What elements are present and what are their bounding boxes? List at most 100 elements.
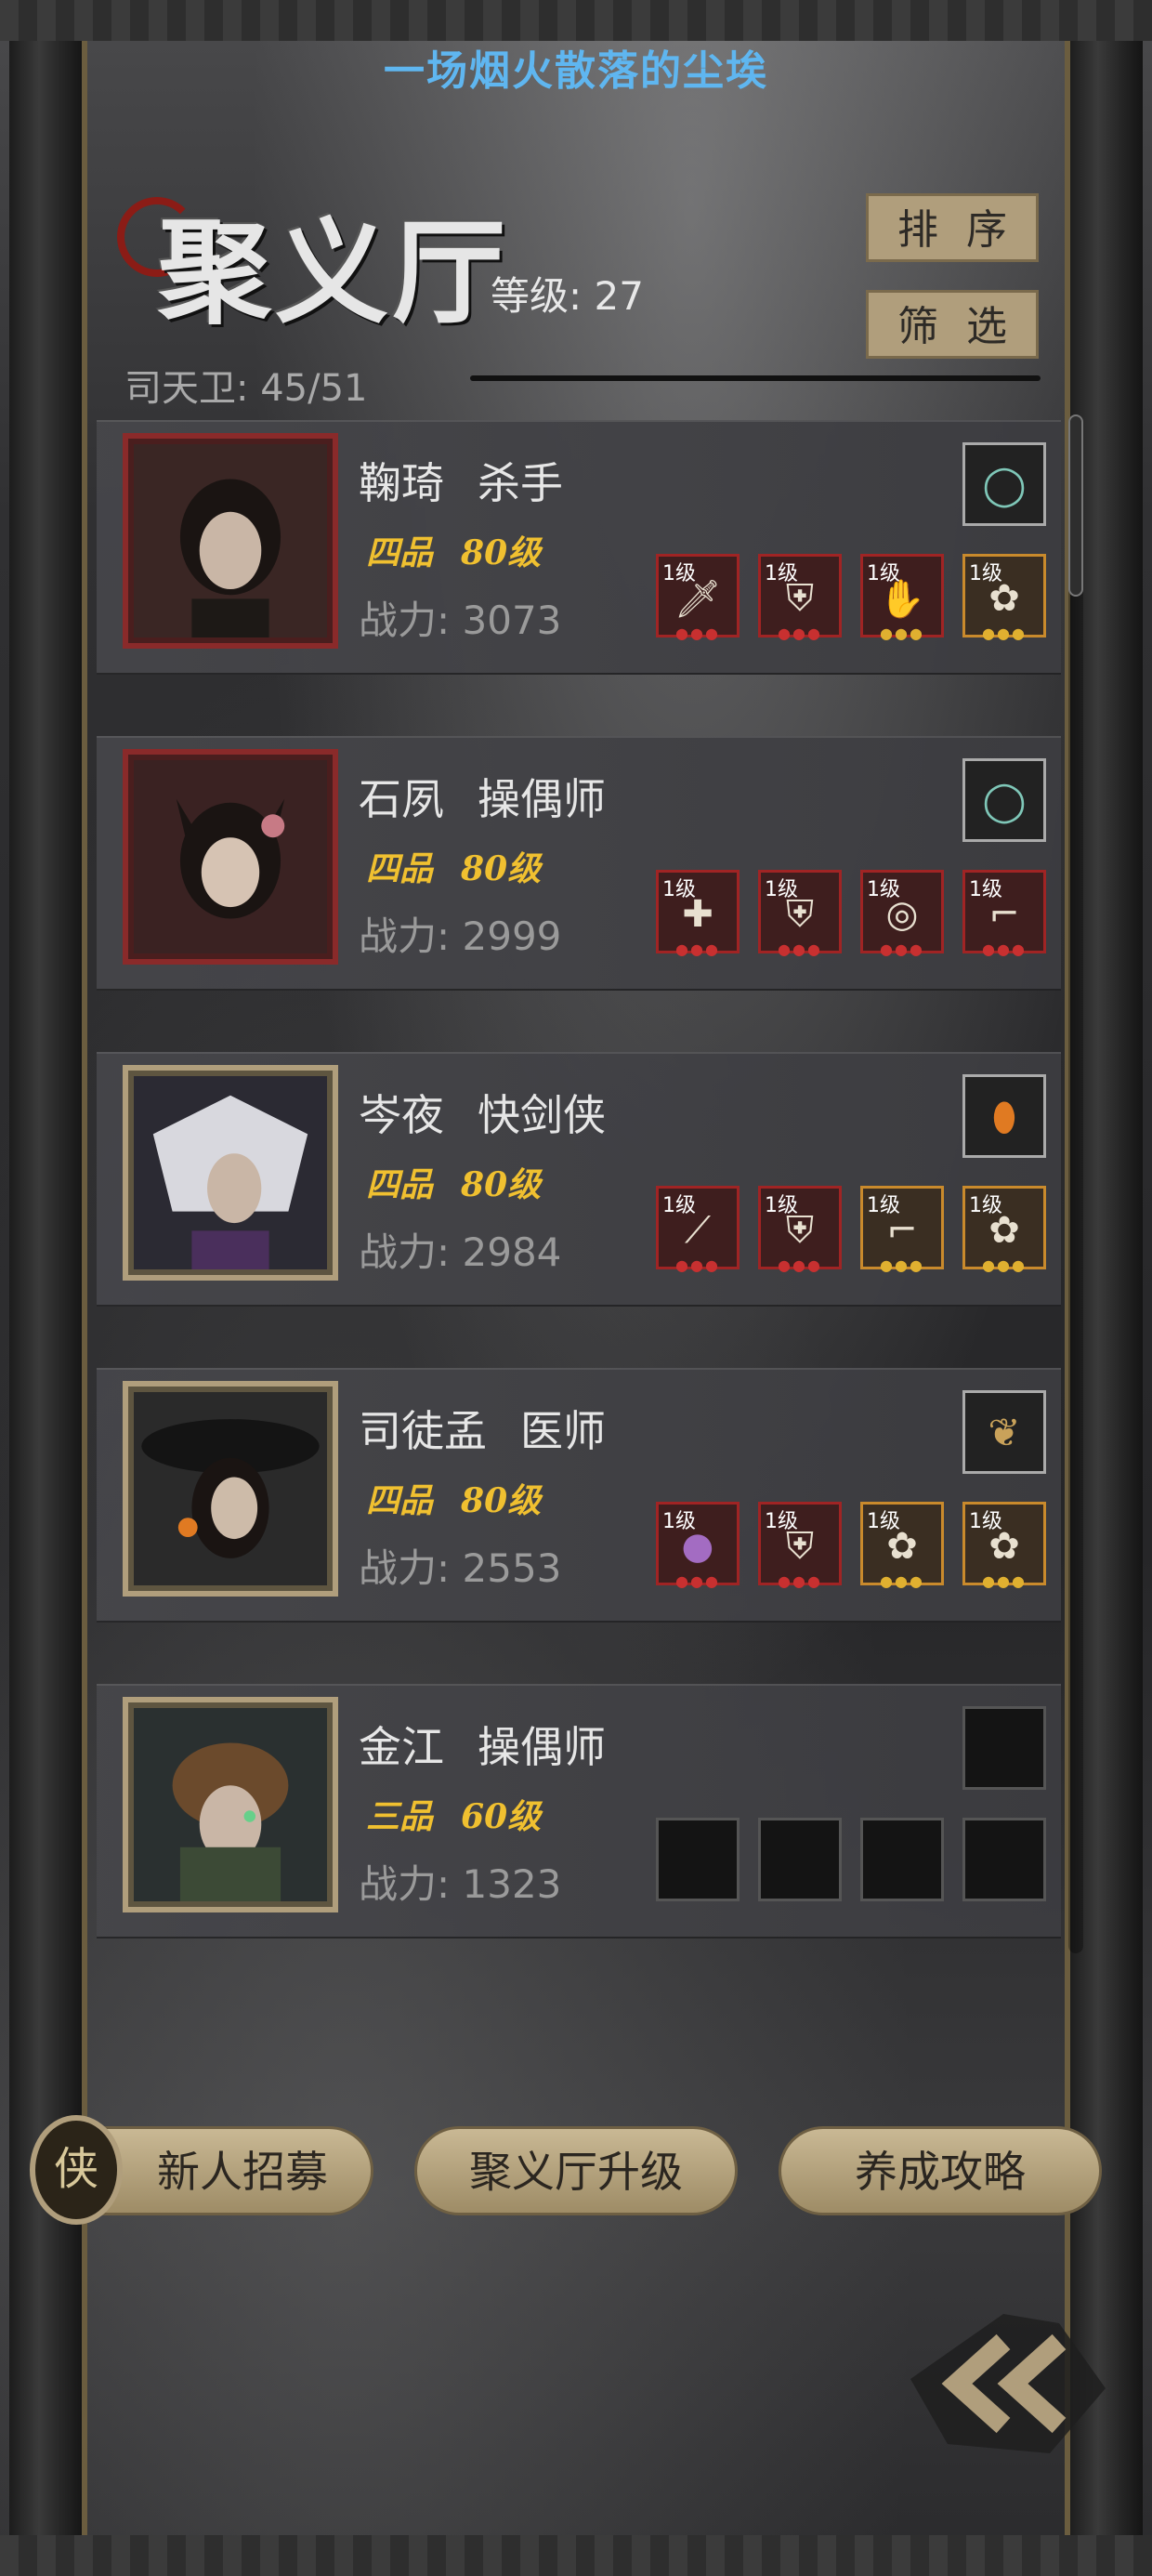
filter-button[interactable]: 筛选 <box>866 290 1039 359</box>
character-power: 战力: 2553 <box>359 1545 562 1591</box>
character-name: 鞠琦 <box>359 458 444 508</box>
character-rank: 四品 <box>366 1481 434 1520</box>
character-rank-line: 四品 80级 <box>366 526 541 574</box>
charm-slot[interactable]: 1级 ✿ ●●● <box>962 554 1046 642</box>
armor-slot[interactable]: 1级 ⛨ ●●● <box>758 1186 842 1274</box>
feather-ornament-icon[interactable]: ❦ <box>962 1390 1046 1474</box>
charm-slot[interactable]: 1级 ✿ ●●● <box>962 1186 1046 1274</box>
empty-slot[interactable] <box>962 1818 1046 1901</box>
weapon-slot[interactable]: 1级 ● ●●● <box>656 1502 740 1590</box>
armor-icon: ⛨ <box>786 1525 814 1568</box>
character-portrait[interactable] <box>123 749 338 965</box>
pouch-icon: ✿ <box>988 1525 1020 1568</box>
armor-slot[interactable]: 1级 ⛨ ●●● <box>758 554 842 642</box>
list-scrollbar[interactable] <box>1068 414 1083 1953</box>
character-card[interactable]: 鞠琦 杀手 四品 80级 战力: 3073 ◯ 1级 🗡 ●●● 1级 ⛨ ●●● 1级 ✋ ●… <box>97 420 1061 675</box>
character-card[interactable]: 司徒孟 医师 四品 80级 战力: 2553 ❦ 1级 ● ●●● 1级 ⛨ ●●● 1级 ✿… <box>97 1368 1061 1623</box>
weapon-slot[interactable]: 1级 ⟋ ●●● <box>656 1186 740 1274</box>
character-class: 快剑侠 <box>478 1090 606 1140</box>
empty-slot[interactable] <box>656 1818 740 1901</box>
character-rank-line: 四品 80级 <box>366 1474 541 1522</box>
armor-slot[interactable]: 1级 ⛨ ●●● <box>758 870 842 958</box>
weapon-slot[interactable]: 1级 🗡 ●●● <box>656 554 740 642</box>
portrait-image <box>134 1076 327 1269</box>
portrait-image <box>134 760 327 953</box>
amber-gem-icon[interactable]: ⬮ <box>962 1074 1046 1158</box>
character-level: 80级 <box>461 1165 542 1204</box>
gourd-icon: ● <box>681 1525 714 1568</box>
ring-slot[interactable]: 1级 ◎ ●●● <box>860 870 944 958</box>
character-class: 医师 <box>520 1406 606 1456</box>
character-name-line: 鞠琦 杀手 <box>359 450 563 511</box>
character-portrait[interactable] <box>123 433 338 649</box>
character-rank-line: 三品 60级 <box>366 1790 541 1838</box>
armor-icon: ⛨ <box>786 1209 814 1252</box>
character-name: 司徒孟 <box>359 1406 487 1456</box>
character-name: 石夙 <box>359 774 444 824</box>
empty-slot[interactable] <box>758 1818 842 1901</box>
portrait-image <box>134 1708 327 1901</box>
character-power: 战力: 2999 <box>359 913 562 959</box>
character-portrait[interactable] <box>123 1381 338 1597</box>
hall-upgrade-button[interactable]: 聚义厅升级 <box>414 2126 738 2215</box>
character-class: 杀手 <box>478 458 563 508</box>
character-portrait[interactable] <box>123 1065 338 1281</box>
empty-slot[interactable] <box>860 1818 944 1901</box>
character-class: 操偶师 <box>478 774 606 824</box>
character-name: 岑夜 <box>359 1090 444 1140</box>
divider <box>470 375 1041 381</box>
character-name: 金江 <box>359 1722 444 1772</box>
portrait-image <box>134 1392 327 1585</box>
crossbow-icon: ✚ <box>682 893 713 936</box>
bottom-border <box>0 2535 1152 2576</box>
guard-count: 司天卫: 45/51 <box>124 367 368 410</box>
weapon-slot[interactable]: 1级 ✚ ●●● <box>656 870 740 958</box>
character-power: 战力: 1323 <box>359 1861 562 1907</box>
equipment-row: 1级 🗡 ●●● 1级 ⛨ ●●● 1级 ✋ ●●● 1级 ✿ ●●● <box>656 554 1046 642</box>
character-name-line: 岑夜 快剑侠 <box>359 1082 606 1143</box>
character-rank: 三品 <box>366 1797 434 1836</box>
hall-title: 聚义厅 <box>158 205 509 339</box>
sort-button[interactable]: 排序 <box>866 193 1039 262</box>
character-rank: 四品 <box>366 533 434 572</box>
equipment-row: 1级 ⟋ ●●● 1级 ⛨ ●●● 1级 ⌐ ●●● 1级 ✿ ●●● <box>656 1186 1046 1274</box>
glove-icon: ✋ <box>879 578 925 621</box>
boots-icon: ⌐ <box>988 893 1020 936</box>
character-card[interactable]: 金江 操偶师 三品 60级 战力: 1323 <box>97 1684 1061 1939</box>
guide-button[interactable]: 养成攻略 <box>779 2126 1102 2215</box>
bracer-icon: ◎ <box>885 893 919 936</box>
character-power: 战力: 2984 <box>359 1229 562 1275</box>
character-rank: 四品 <box>366 849 434 888</box>
belt-slot[interactable]: 1级 ✋ ●●● <box>860 554 944 642</box>
character-level: 80级 <box>461 533 542 572</box>
equipment-row: 1级 ● ●●● 1级 ⛨ ●●● 1级 ✿ ●●● 1级 ✿ ●●● <box>656 1502 1046 1590</box>
recruit-emblem-icon[interactable]: 侠 <box>30 2115 123 2225</box>
character-card[interactable]: 岑夜 快剑侠 四品 80级 战力: 2984 ⬮ 1级 ⟋ ●●● 1级 ⛨ ●●● 1级 ⌐… <box>97 1052 1061 1307</box>
jade-bracelet-icon[interactable]: ◯ <box>962 442 1046 526</box>
boots-slot[interactable]: 1级 ⌐ ●●● <box>860 1186 944 1274</box>
character-card[interactable]: 石夙 操偶师 四品 80级 战力: 2999 ◯ 1级 ✚ ●●● 1级 ⛨ ●●● 1级 ◎… <box>97 736 1061 991</box>
charm-slot[interactable]: 1级 ✿ ●●● <box>860 1502 944 1590</box>
jade-bracelet-icon[interactable]: ◯ <box>962 758 1046 842</box>
character-rank-line: 四品 80级 <box>366 842 541 890</box>
dagger-icon: 🗡 <box>674 578 722 621</box>
pouch-icon: ✿ <box>988 1209 1020 1252</box>
charm-slot-2[interactable]: 1级 ✿ ●●● <box>962 1502 1046 1590</box>
equipment-row <box>656 1818 1046 1901</box>
armor-slot[interactable]: 1级 ⛨ ●●● <box>758 1502 842 1590</box>
armor-icon: ⛨ <box>786 893 814 936</box>
character-level: 80级 <box>461 849 542 888</box>
top-border <box>0 0 1152 41</box>
empty-accessory-slot[interactable] <box>962 1706 1046 1790</box>
hall-level: 等级: 27 <box>491 273 644 319</box>
boots-slot[interactable]: 1级 ⌐ ●●● <box>962 870 1046 958</box>
scrolling-banner: 一场烟火散落的尘埃 <box>384 47 768 95</box>
scrollbar-thumb[interactable] <box>1068 414 1083 597</box>
character-level: 80级 <box>461 1481 542 1520</box>
armor-icon: ⛨ <box>786 577 814 620</box>
back-arrow-icon[interactable] <box>892 2295 1115 2463</box>
character-power: 战力: 3073 <box>359 598 562 643</box>
character-rank-line: 四品 80级 <box>366 1158 541 1206</box>
character-class: 操偶师 <box>478 1722 606 1772</box>
character-portrait[interactable] <box>123 1697 338 1912</box>
